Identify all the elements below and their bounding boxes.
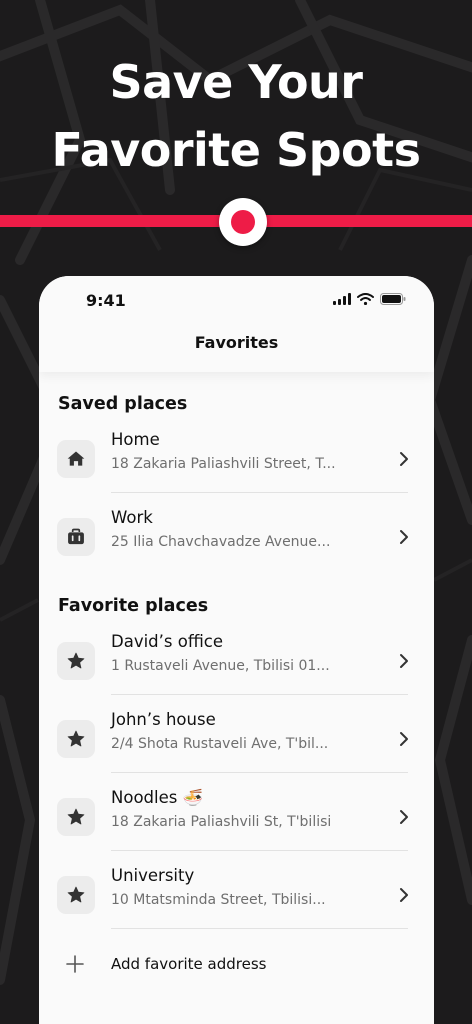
app-header: 9:41 Favorites: [39, 276, 434, 372]
divider: [111, 694, 408, 695]
section-title-favorites: Favorite places: [58, 596, 209, 616]
list-item-noodles[interactable]: Noodles 🍜 18 Zakaria Paliashvili St, T'b…: [39, 778, 434, 856]
divider: [111, 772, 408, 773]
list-item-title: Work: [111, 508, 153, 527]
list-item-subtitle: 10 Mtatsminda Street, Tbilisi...: [111, 892, 326, 908]
divider: [111, 850, 408, 851]
home-icon: [57, 440, 95, 478]
divider: [111, 492, 408, 493]
list-item-subtitle: 18 Zakaria Paliashvili Street, T...: [111, 456, 336, 472]
wifi-icon: [357, 293, 374, 305]
star-icon: [57, 798, 95, 836]
status-time: 9:41: [86, 291, 126, 310]
list-item-work[interactable]: Work 25 Ilia Chavchavadze Avenue...: [39, 498, 434, 576]
chevron-right-icon: [400, 732, 408, 746]
list-item-title: University: [111, 866, 195, 885]
headline-line-1: Save Your: [109, 55, 364, 109]
add-favorite-label: Add favorite address: [111, 955, 267, 973]
divider: [111, 928, 408, 929]
section-title-saved: Saved places: [58, 394, 188, 414]
page-title: Favorites: [194, 333, 279, 352]
signal-icon: [333, 293, 351, 305]
battery-icon: [380, 293, 406, 305]
status-icons: [333, 293, 406, 305]
list-item-title: David’s office: [111, 632, 223, 651]
phone-screen: 9:41 Favorites Saved places Home 18 Zaka…: [39, 276, 434, 1024]
chevron-right-icon: [400, 810, 408, 824]
list-item-university[interactable]: University 10 Mtatsminda Street, Tbilisi…: [39, 856, 434, 934]
list-item-title: Home: [111, 430, 160, 449]
list-item-title: John’s house: [111, 710, 216, 729]
location-pin-icon: [219, 198, 267, 246]
list-item-title: Noodles 🍜: [111, 788, 204, 807]
headline: Save Your Favorite Spots: [0, 48, 472, 184]
chevron-right-icon: [400, 530, 408, 544]
chevron-right-icon: [400, 888, 408, 902]
location-pin-dot: [231, 210, 255, 234]
briefcase-icon: [57, 518, 95, 556]
star-icon: [57, 876, 95, 914]
list-item-davids-office[interactable]: David’s office 1 Rustaveli Avenue, Tbili…: [39, 622, 434, 700]
list-item-subtitle: 2/4 Shota Rustaveli Ave, T'bil...: [111, 736, 329, 752]
list-item-subtitle: 1 Rustaveli Avenue, Tbilisi 01...: [111, 658, 330, 674]
star-icon: [57, 642, 95, 680]
star-icon: [57, 720, 95, 758]
list-item-home[interactable]: Home 18 Zakaria Paliashvili Street, T...: [39, 420, 434, 498]
chevron-right-icon: [400, 452, 408, 466]
plus-icon: [66, 955, 84, 973]
chevron-right-icon: [400, 654, 408, 668]
list-item-johns-house[interactable]: John’s house 2/4 Shota Rustaveli Ave, T'…: [39, 700, 434, 778]
list-item-subtitle: 18 Zakaria Paliashvili St, T'bilisi: [111, 814, 332, 830]
list-item-subtitle: 25 Ilia Chavchavadze Avenue...: [111, 534, 331, 550]
headline-line-2: Favorite Spots: [51, 123, 421, 177]
add-favorite-button[interactable]: Add favorite address: [39, 946, 434, 986]
